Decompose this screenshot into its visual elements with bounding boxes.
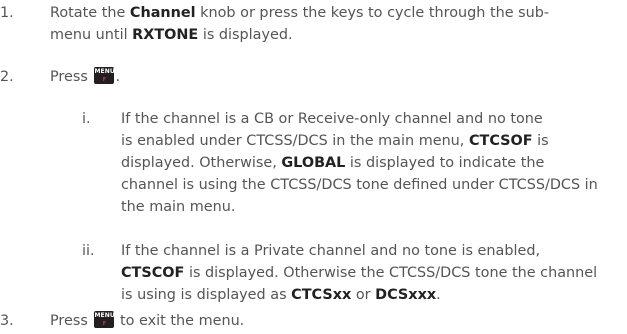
rxtone-term: RXTONE (132, 27, 199, 43)
step-number: 3. (0, 313, 14, 329)
menu-key-icon: MENU F (94, 67, 115, 84)
instruction-page: 1. Rotate the Channel knob or press the … (0, 0, 627, 334)
step-text: Press MENU F to exit the menu. (50, 311, 245, 329)
channel-term: Channel (129, 5, 196, 21)
ctcsxx-term: CTCSxx (291, 287, 352, 303)
step-text: Rotate the Channel knob or press the key… (50, 5, 550, 43)
step-number: i. (82, 111, 91, 127)
step-number: 1. (0, 5, 14, 21)
global-term: GLOBAL (281, 155, 346, 171)
step-text: Press MENU F. (50, 67, 121, 85)
ctscof-term: CTSCOF (121, 265, 185, 281)
dcsxxx-term: DCSxxx (375, 287, 437, 303)
step-text: If the channel is a Private channel and … (121, 243, 598, 303)
step-text: If the channel is a CB or Receive-only c… (121, 111, 598, 215)
ctcsof-term: CTCSOF (468, 133, 533, 149)
step-number: ii. (82, 243, 95, 259)
menu-key-icon: MENU F (94, 311, 115, 328)
step-number: 2. (0, 69, 14, 85)
